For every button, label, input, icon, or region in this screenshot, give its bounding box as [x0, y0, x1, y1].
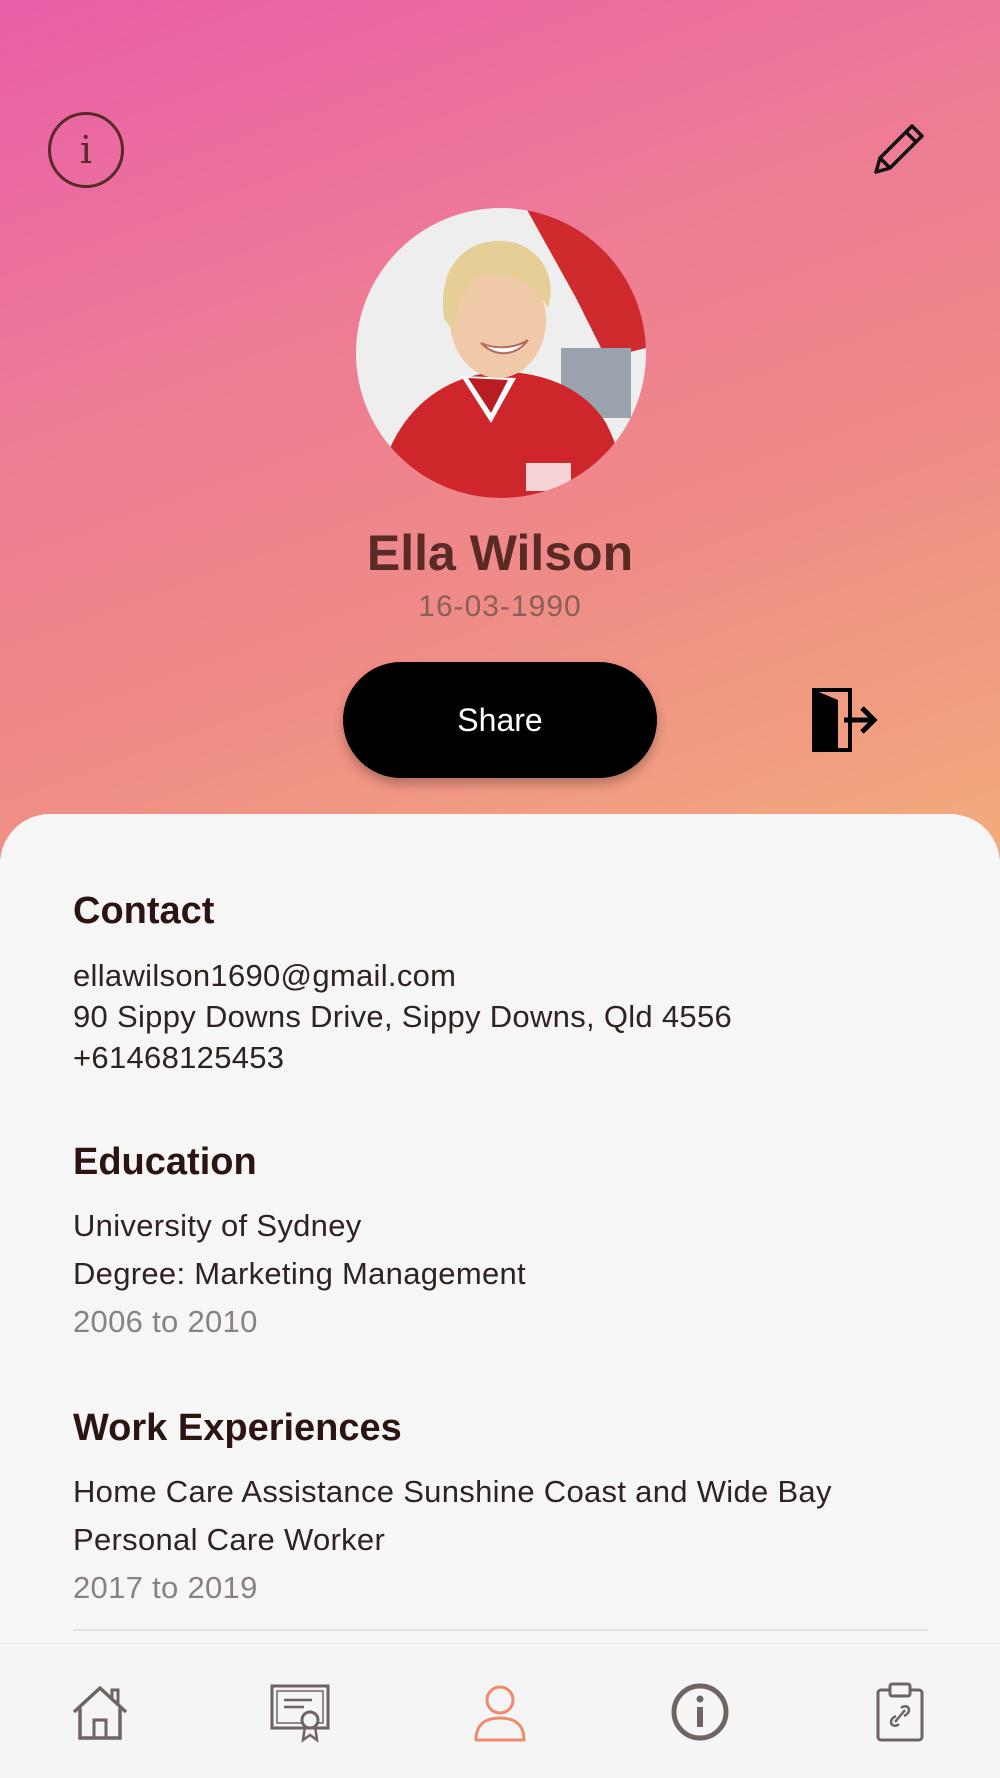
- profile-icon[interactable]: [468, 1680, 532, 1744]
- contact-title: Contact: [73, 890, 215, 932]
- work-years: 2017 to 2019: [73, 1570, 258, 1605]
- profile-name: Ella Wilson: [366, 525, 634, 581]
- work-title: Work Experiences: [73, 1407, 402, 1449]
- avatar-photo: [356, 208, 646, 498]
- avatar: [356, 208, 646, 498]
- profile-header: i Ella Wilson 16-03-1990 Share: [0, 0, 1000, 860]
- education-years: 2006 to 2010: [73, 1304, 258, 1339]
- home-icon[interactable]: [68, 1680, 132, 1744]
- work-company: Home Care Assistance Sunshine Coast and …: [73, 1474, 832, 1509]
- certificate-icon[interactable]: [268, 1680, 332, 1744]
- info-icon-glyph: i: [79, 128, 93, 172]
- info-icon[interactable]: i: [48, 112, 124, 188]
- clipboard-link-icon[interactable]: [868, 1680, 932, 1744]
- contact-email[interactable]: ellawilson1690@gmail.com: [73, 958, 456, 994]
- share-button[interactable]: Share: [343, 662, 657, 778]
- contact-phone[interactable]: +61468125453: [73, 1040, 284, 1076]
- divider: [73, 1629, 928, 1631]
- contact-address: 90 Sippy Downs Drive, Sippy Downs, Qld 4…: [73, 999, 733, 1034]
- info-icon[interactable]: [668, 1680, 732, 1744]
- bottom-tab-bar: [0, 1643, 1000, 1778]
- work-role: Personal Care Worker: [73, 1522, 386, 1557]
- pencil-icon[interactable]: [862, 116, 930, 184]
- education-title: Education: [73, 1141, 257, 1183]
- education-degree: Degree: Marketing Management: [73, 1256, 526, 1291]
- education-school: University of Sydney: [73, 1208, 362, 1243]
- profile-dob: 16-03-1990: [418, 590, 582, 623]
- logout-icon[interactable]: [810, 686, 880, 754]
